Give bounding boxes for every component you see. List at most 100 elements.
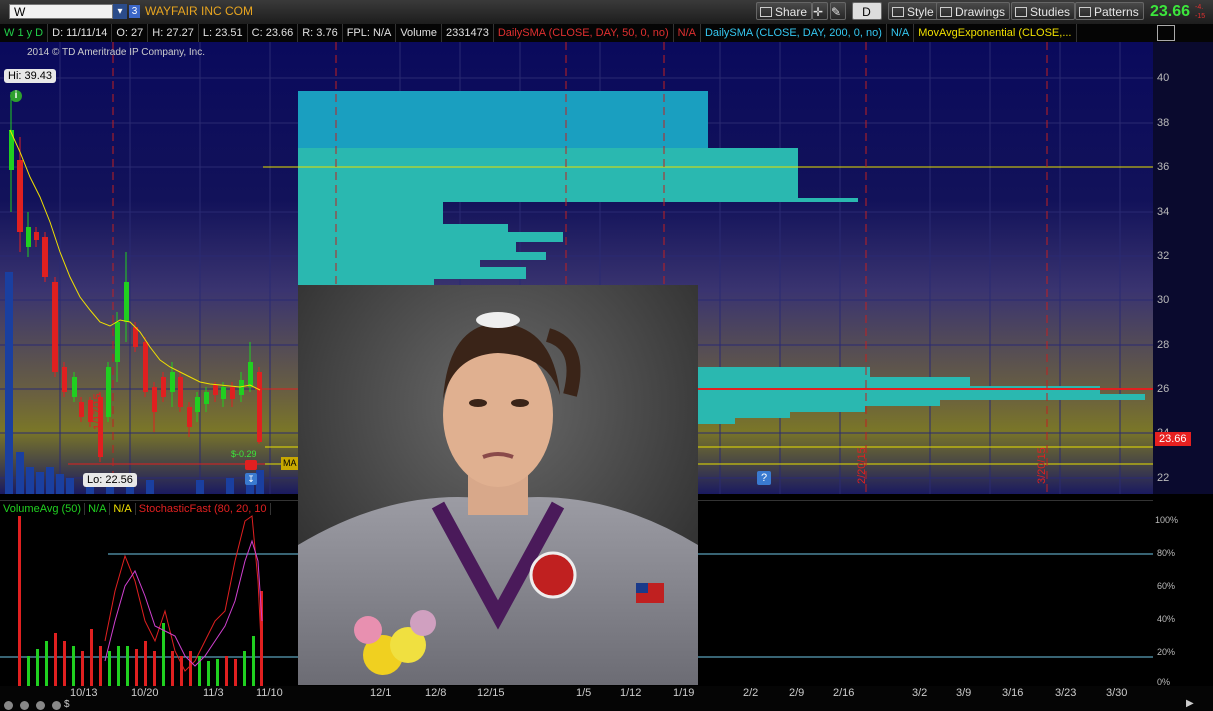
open-value: O: 27 bbox=[112, 24, 149, 42]
studies-icon bbox=[1015, 7, 1027, 17]
info-icon[interactable]: i bbox=[10, 90, 22, 102]
earnings-icon[interactable] bbox=[245, 460, 257, 470]
date-tick: 3/30 bbox=[1106, 687, 1128, 699]
date-tick: 3/2 bbox=[912, 687, 928, 699]
share-icon bbox=[760, 7, 772, 17]
expiry-label-2: 2/20/15 bbox=[856, 447, 868, 484]
date-tick: 12/1 bbox=[370, 687, 392, 699]
gymnast-photo-image bbox=[298, 285, 698, 685]
percent-tick: 60% bbox=[1157, 581, 1176, 591]
zoom-in-icon[interactable] bbox=[20, 701, 29, 710]
sma200-value: N/A bbox=[887, 24, 915, 42]
patterns-icon bbox=[1079, 7, 1091, 17]
sma50-value: N/A bbox=[674, 24, 701, 42]
reset-zoom-icon[interactable] bbox=[36, 701, 45, 710]
date-tick: 1/19 bbox=[673, 687, 695, 699]
fpl-value: FPL: N/A bbox=[343, 24, 397, 42]
copyright-text: 2014 © TD Ameritrade IP Company, Inc. bbox=[27, 47, 206, 58]
price-change: -4. -15 bbox=[1195, 4, 1206, 20]
chart-settings-icon[interactable] bbox=[1157, 25, 1175, 41]
date-tick: 12/15 bbox=[477, 687, 505, 699]
date-tick: 2/2 bbox=[743, 687, 759, 699]
expiry-label-1: 1/17/15 bbox=[92, 393, 104, 430]
top-toolbar: W ▾ 3 WAYFAIR INC COM Share ✛ ✎ D Style … bbox=[0, 0, 1213, 25]
fit-icon[interactable] bbox=[52, 701, 61, 710]
scroll-right-icon[interactable]: ▶ bbox=[1186, 698, 1194, 709]
date-tick: 1/5 bbox=[576, 687, 592, 699]
volume-avg-value: N/A bbox=[85, 503, 111, 515]
volume-bars bbox=[5, 272, 264, 494]
overlay-photo bbox=[298, 285, 698, 685]
price-tick: 26 bbox=[1157, 383, 1170, 395]
price-tick: 36 bbox=[1157, 161, 1170, 173]
date-tick: 2/16 bbox=[833, 687, 855, 699]
price-tick: 38 bbox=[1157, 117, 1170, 129]
price-tick: 34 bbox=[1157, 206, 1170, 218]
stochastic-study-label[interactable]: StochasticFast (80, 20, 10 bbox=[135, 503, 271, 515]
date-axis[interactable]: 10/13 10/20 11/3 11/10 12/1 12/8 12/15 1… bbox=[0, 686, 1213, 711]
share-button[interactable]: Share bbox=[756, 2, 813, 20]
low-marker: Lo: 22.56 bbox=[83, 473, 137, 487]
zoom-out-icon[interactable] bbox=[4, 701, 13, 710]
percent-tick: 80% bbox=[1157, 548, 1176, 558]
date-value: D: 11/11/14 bbox=[48, 24, 113, 42]
ema-study-label[interactable]: MovAvgExponential (CLOSE,... bbox=[914, 24, 1077, 42]
low-value: L: 23.51 bbox=[199, 24, 248, 42]
symbol-input[interactable]: W bbox=[9, 4, 113, 19]
percent-tick: 40% bbox=[1157, 614, 1176, 624]
date-tick: 11/3 bbox=[203, 687, 224, 699]
lower-study-header: VolumeAvg (50) N/A N/A StochasticFast (80, … bbox=[0, 501, 271, 517]
style-button[interactable]: Style bbox=[888, 2, 939, 20]
pencil-icon bbox=[940, 7, 952, 17]
event-icon[interactable]: ↧ bbox=[245, 473, 257, 485]
wrench-icon: ✎ bbox=[831, 5, 842, 19]
date-tick: 12/8 bbox=[425, 687, 447, 699]
drawings-button[interactable]: Drawings bbox=[936, 2, 1011, 20]
patterns-button[interactable]: Patterns bbox=[1075, 2, 1144, 20]
style-icon bbox=[892, 7, 904, 17]
last-price-tag: 23.66 bbox=[1155, 432, 1191, 446]
help-icon[interactable]: ? bbox=[757, 471, 771, 485]
volume-label: Volume bbox=[396, 24, 443, 42]
ma-tag: MA bbox=[281, 457, 299, 470]
percent-axis[interactable]: 100% 80% 60% 40% 20% 0% bbox=[1153, 500, 1213, 687]
price-tick: 40 bbox=[1157, 72, 1170, 84]
percent-tick: 20% bbox=[1157, 647, 1176, 657]
candlesticks bbox=[9, 92, 262, 462]
symbol-dropdown-icon[interactable]: ▾ bbox=[113, 4, 127, 19]
range-value: R: 3.76 bbox=[298, 24, 343, 42]
last-price: 23.66 bbox=[1150, 3, 1191, 20]
price-tick: 32 bbox=[1157, 250, 1170, 262]
close-value: C: 23.66 bbox=[248, 24, 299, 42]
chart-info-bar: W 1 y D D: 11/11/14 O: 27 H: 27.27 L: 23.51 C… bbox=[0, 24, 1213, 42]
date-tick: 2/9 bbox=[789, 687, 805, 699]
high-marker: Hi: 39.43 bbox=[4, 69, 57, 83]
date-tick: 3/16 bbox=[1002, 687, 1024, 699]
crosshair-tool-button[interactable]: ✛ bbox=[812, 2, 828, 20]
date-tick: 11/10 bbox=[256, 687, 283, 699]
aggregation-button[interactable]: D bbox=[852, 2, 882, 20]
high-value: H: 27.27 bbox=[148, 24, 199, 42]
date-tick: 1/12 bbox=[620, 687, 642, 699]
date-tick: 3/23 bbox=[1055, 687, 1077, 699]
sma200-study-label[interactable]: DailySMA (CLOSE, DAY, 200, 0, no) bbox=[701, 24, 887, 42]
wrench-tool-button[interactable]: ✎ bbox=[830, 2, 846, 20]
volume-value: 2331473 bbox=[442, 24, 494, 42]
studies-button[interactable]: Studies bbox=[1011, 2, 1076, 20]
volume-avg-value-2: N/A bbox=[110, 503, 136, 515]
date-tick: 10/20 bbox=[131, 687, 159, 699]
company-name: WAYFAIR INC COM bbox=[145, 4, 253, 18]
date-tick: 3/9 bbox=[956, 687, 972, 699]
change-note: $-0.29 bbox=[231, 449, 257, 459]
expiry-label-3: 3/20/15 bbox=[1036, 447, 1048, 484]
date-tick: 10/13 bbox=[70, 687, 98, 699]
price-tick: 30 bbox=[1157, 294, 1170, 306]
timeframe-label[interactable]: W 1 y D bbox=[0, 24, 49, 42]
link-group-badge[interactable]: 3 bbox=[129, 5, 140, 18]
volume-avg-study-label[interactable]: VolumeAvg (50) bbox=[0, 503, 86, 515]
sma50-study-label[interactable]: DailySMA (CLOSE, DAY, 50, 0, no) bbox=[494, 24, 674, 42]
crosshair-icon: ✛ bbox=[813, 5, 824, 19]
price-axis[interactable]: 40 38 36 34 32 30 28 26 24 22 bbox=[1153, 42, 1213, 494]
percent-tick: 100% bbox=[1155, 515, 1179, 525]
currency-icon[interactable]: $ bbox=[64, 699, 70, 710]
